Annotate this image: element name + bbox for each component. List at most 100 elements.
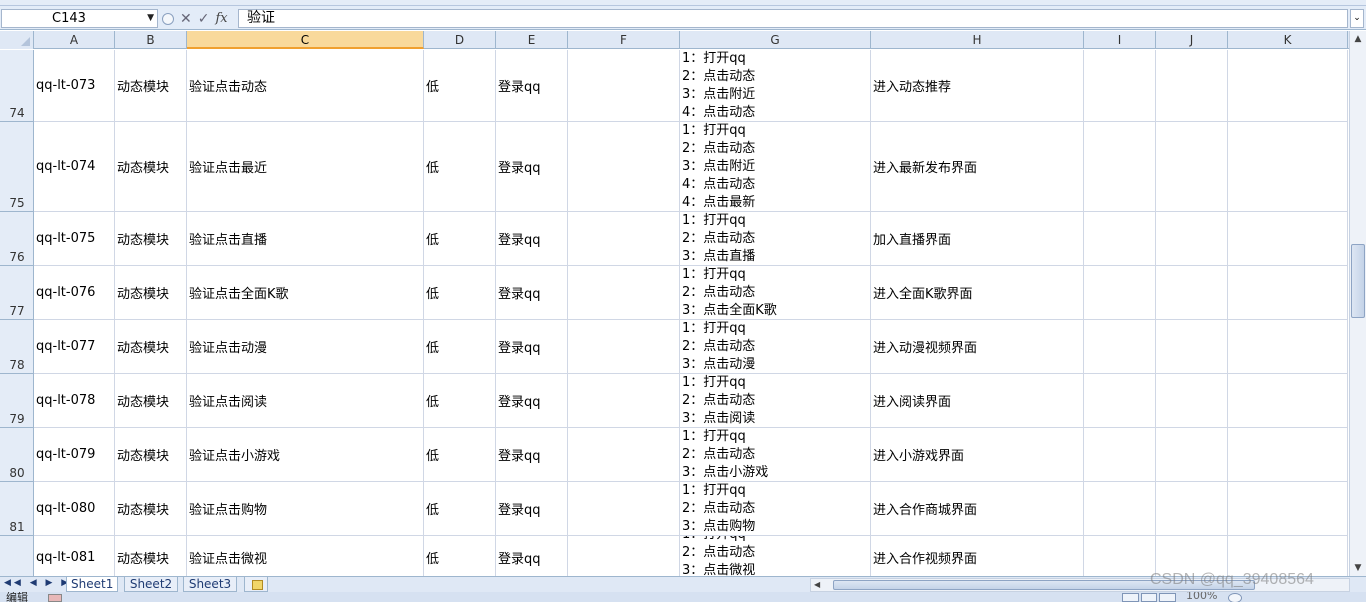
empty-cell[interactable] [1156, 212, 1228, 266]
title-cell[interactable]: 验证点击动态 [187, 50, 424, 122]
precondition-cell[interactable]: 登录qq [496, 374, 568, 428]
module-cell[interactable]: 动态模块 [115, 374, 187, 428]
page-layout-view-icon[interactable] [1140, 593, 1158, 602]
title-cell[interactable]: 验证点击阅读 [187, 374, 424, 428]
steps-cell[interactable]: 1：打开qq 2：点击动态 3：点击全面K歌 [680, 266, 871, 320]
row-header[interactable]: 75 [0, 122, 34, 212]
module-cell[interactable]: 动态模块 [115, 536, 187, 576]
empty-cell[interactable] [1084, 266, 1156, 320]
priority-cell[interactable]: 低 [424, 428, 496, 482]
case-id-cell[interactable]: qq-lt-074 [34, 122, 115, 212]
precondition-cell[interactable]: 登录qq [496, 266, 568, 320]
empty-cell[interactable] [568, 212, 680, 266]
row-header[interactable]: 78 [0, 320, 34, 374]
empty-cell[interactable] [1228, 50, 1348, 122]
name-box[interactable]: C143 ▼ [1, 9, 158, 28]
zoom-slider-icon[interactable] [1228, 593, 1242, 602]
expected-cell[interactable]: 进入阅读界面 [871, 374, 1084, 428]
column-header-c[interactable]: C [187, 31, 424, 49]
priority-cell[interactable]: 低 [424, 266, 496, 320]
precondition-cell[interactable]: 登录qq [496, 536, 568, 576]
macro-record-icon[interactable] [48, 594, 62, 602]
precondition-cell[interactable]: 登录qq [496, 122, 568, 212]
module-cell[interactable]: 动态模块 [115, 122, 187, 212]
steps-cell[interactable]: 1：打开qq 2：点击动态 3：点击小游戏 [680, 428, 871, 482]
expected-cell[interactable]: 进入全面K歌界面 [871, 266, 1084, 320]
empty-cell[interactable] [1156, 428, 1228, 482]
empty-cell[interactable] [1156, 122, 1228, 212]
column-header-i[interactable]: I [1084, 31, 1156, 49]
column-header-e[interactable]: E [496, 31, 568, 49]
enter-icon[interactable]: ✓ [198, 12, 210, 26]
empty-cell[interactable] [568, 320, 680, 374]
empty-cell[interactable] [568, 428, 680, 482]
empty-cell[interactable] [1084, 536, 1156, 576]
empty-cell[interactable] [1228, 320, 1348, 374]
precondition-cell[interactable]: 登录qq [496, 482, 568, 536]
precondition-cell[interactable]: 登录qq [496, 212, 568, 266]
title-cell[interactable]: 验证点击全面K歌 [187, 266, 424, 320]
formula-input[interactable]: 验证 [238, 9, 1348, 28]
expand-formula-icon[interactable]: ⌄ [1350, 9, 1364, 28]
empty-cell[interactable] [1228, 428, 1348, 482]
expected-cell[interactable]: 进入合作商城界面 [871, 482, 1084, 536]
empty-cell[interactable] [1084, 212, 1156, 266]
column-header-j[interactable]: J [1156, 31, 1228, 49]
scroll-down-icon[interactable]: ▼ [1350, 560, 1366, 576]
insert-sheet-icon[interactable] [244, 577, 268, 592]
expected-cell[interactable]: 进入小游戏界面 [871, 428, 1084, 482]
case-id-cell[interactable]: qq-lt-080 [34, 482, 115, 536]
empty-cell[interactable] [568, 50, 680, 122]
scroll-up-icon[interactable]: ▲ [1350, 31, 1366, 47]
empty-cell[interactable] [1156, 374, 1228, 428]
empty-cell[interactable] [568, 266, 680, 320]
case-id-cell[interactable]: qq-lt-076 [34, 266, 115, 320]
precondition-cell[interactable]: 登录qq [496, 50, 568, 122]
tab-sheet2[interactable]: Sheet2 [124, 577, 178, 592]
empty-cell[interactable] [1084, 428, 1156, 482]
empty-cell[interactable] [568, 122, 680, 212]
cancel-icon[interactable]: ✕ [180, 12, 192, 26]
steps-cell[interactable]: 1：打开qq 2：点击动态 3：点击附近 4：点击动态 [680, 50, 871, 122]
tab-sheet1[interactable]: Sheet1 [66, 577, 118, 592]
module-cell[interactable]: 动态模块 [115, 320, 187, 374]
row-header[interactable] [0, 536, 34, 576]
empty-cell[interactable] [1156, 320, 1228, 374]
expected-cell[interactable]: 进入最新发布界面 [871, 122, 1084, 212]
vertical-scroll-thumb[interactable] [1351, 244, 1365, 318]
precondition-cell[interactable]: 登录qq [496, 428, 568, 482]
empty-cell[interactable] [1228, 482, 1348, 536]
module-cell[interactable]: 动态模块 [115, 266, 187, 320]
priority-cell[interactable]: 低 [424, 122, 496, 212]
column-header-f[interactable]: F [568, 31, 680, 49]
case-id-cell[interactable]: qq-lt-078 [34, 374, 115, 428]
row-header[interactable]: 79 [0, 374, 34, 428]
row-header[interactable]: 77 [0, 266, 34, 320]
zoom-level[interactable]: 100% [1186, 592, 1217, 602]
expected-cell[interactable]: 进入动漫视频界面 [871, 320, 1084, 374]
chevron-down-icon[interactable]: ▼ [147, 13, 154, 23]
steps-cell[interactable]: 1：打开qq2：点击动态 3：点击微视 [680, 536, 871, 576]
vertical-scrollbar[interactable]: ▲ ▼ [1349, 31, 1366, 576]
module-cell[interactable]: 动态模块 [115, 50, 187, 122]
select-all-button[interactable] [0, 31, 34, 49]
title-cell[interactable]: 验证点击购物 [187, 482, 424, 536]
priority-cell[interactable]: 低 [424, 320, 496, 374]
row-header[interactable]: 80 [0, 428, 34, 482]
empty-cell[interactable] [1084, 320, 1156, 374]
column-header-d[interactable]: D [424, 31, 496, 49]
empty-cell[interactable] [568, 536, 680, 576]
tab-sheet3[interactable]: Sheet3 [183, 577, 237, 592]
empty-cell[interactable] [1228, 122, 1348, 212]
empty-cell[interactable] [1228, 374, 1348, 428]
empty-cell[interactable] [1084, 482, 1156, 536]
column-header-g[interactable]: G [680, 31, 871, 49]
steps-cell[interactable]: 1：打开qq 2：点击动态 3：点击购物 [680, 482, 871, 536]
insert-function-icon[interactable]: fx [215, 12, 227, 25]
expected-cell[interactable]: 进入动态推荐 [871, 50, 1084, 122]
empty-cell[interactable] [568, 482, 680, 536]
priority-cell[interactable]: 低 [424, 374, 496, 428]
module-cell[interactable]: 动态模块 [115, 482, 187, 536]
column-header-b[interactable]: B [115, 31, 187, 49]
title-cell[interactable]: 验证点击小游戏 [187, 428, 424, 482]
